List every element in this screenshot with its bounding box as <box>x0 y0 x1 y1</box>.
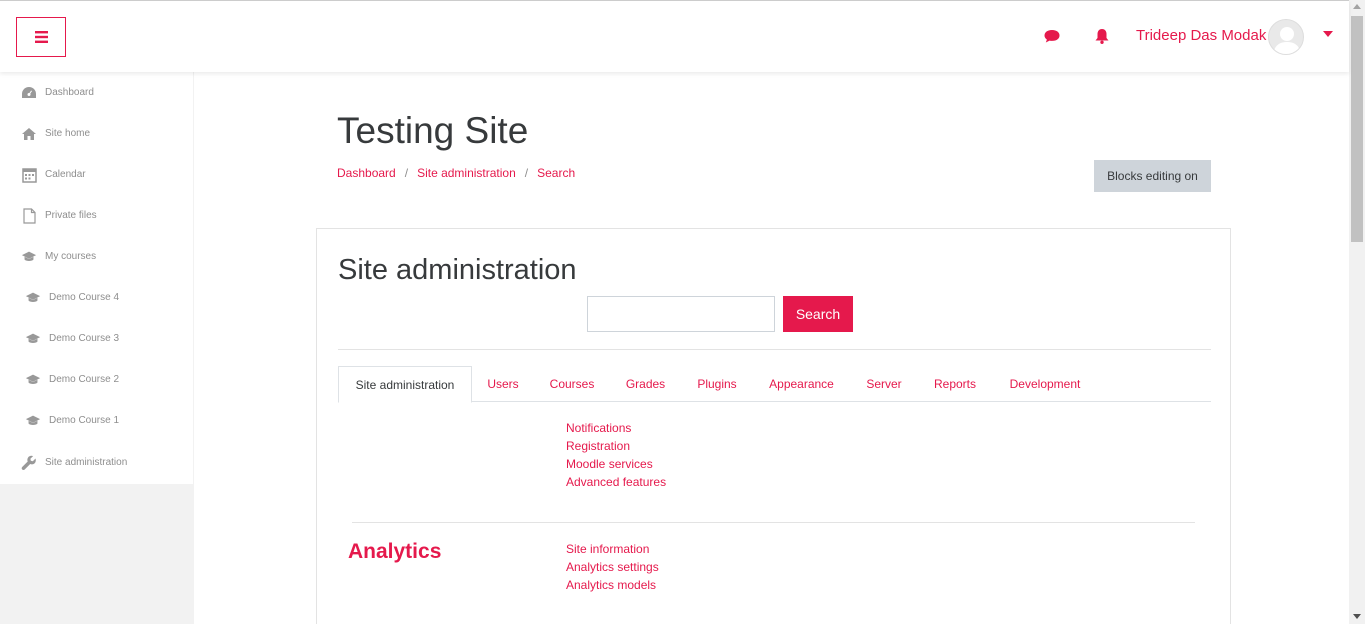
calendar-icon <box>21 167 37 183</box>
menu-toggle-button[interactable] <box>16 17 66 57</box>
bell-icon[interactable] <box>1093 27 1111 45</box>
tab-reports[interactable]: Reports <box>918 366 992 402</box>
tab-plugins[interactable]: Plugins <box>681 366 753 402</box>
sidebar-item-private-files[interactable]: Private files <box>0 195 193 236</box>
admin-search-input[interactable] <box>587 296 775 332</box>
sidebar-item-dashboard[interactable]: Dashboard <box>0 72 193 113</box>
avatar[interactable] <box>1268 19 1304 55</box>
sidebar-item-label: Site administration <box>45 457 128 468</box>
tab-site-administration[interactable]: Site administration <box>338 366 472 403</box>
analytics-links-list: Site information Analytics settings Anal… <box>566 540 659 594</box>
section-divider <box>352 522 1195 523</box>
sidebar-item-calendar[interactable]: Calendar <box>0 154 193 195</box>
breadcrumb-item-site-administration[interactable]: Site administration <box>417 166 516 180</box>
graduation-cap-icon <box>25 413 41 429</box>
tab-server[interactable]: Server <box>850 366 918 402</box>
file-icon <box>21 207 37 224</box>
link-notifications[interactable]: Notifications <box>566 419 666 437</box>
link-moodle-services[interactable]: Moodle services <box>566 455 666 473</box>
sidebar-item-label: Dashboard <box>45 87 94 98</box>
dashboard-icon <box>21 85 37 101</box>
chat-bubble-icon[interactable] <box>1043 27 1061 45</box>
sidebar-item-site-administration[interactable]: Site administration <box>0 441 193 484</box>
analytics-heading[interactable]: Analytics <box>348 540 441 564</box>
sidebar-item-demo-course-4[interactable]: Demo Course 4 <box>0 277 193 318</box>
page-title: Testing Site <box>337 110 529 151</box>
link-analytics-settings[interactable]: Analytics settings <box>566 558 659 576</box>
hamburger-icon <box>34 31 48 43</box>
scroll-up-arrow-icon[interactable] <box>1353 4 1361 9</box>
graduation-cap-icon <box>21 249 37 265</box>
breadcrumb-separator: / <box>404 166 409 180</box>
sidebar-item-my-courses[interactable]: My courses <box>0 236 193 277</box>
tab-users[interactable]: Users <box>472 366 534 402</box>
tab-courses[interactable]: Courses <box>534 366 610 402</box>
link-analytics-models[interactable]: Analytics models <box>566 576 659 594</box>
tab-grades[interactable]: Grades <box>610 366 681 402</box>
wrench-icon <box>21 455 37 471</box>
sidebar-item-label: Demo Course 2 <box>49 374 120 385</box>
admin-card-title: Site administration <box>338 254 577 286</box>
sidebar-item-demo-course-1[interactable]: Demo Course 1 <box>0 400 193 441</box>
breadcrumb-item-search[interactable]: Search <box>537 166 575 180</box>
sidebar-item-demo-course-2[interactable]: Demo Course 2 <box>0 359 193 400</box>
link-registration[interactable]: Registration <box>566 437 666 455</box>
blocks-editing-button[interactable]: Blocks editing on <box>1094 160 1211 192</box>
sidebar-item-label: Demo Course 3 <box>49 333 120 344</box>
tab-development[interactable]: Development <box>992 366 1098 402</box>
top-navbar: Trideep Das Modak <box>0 0 1349 72</box>
user-name[interactable]: Trideep Das Modak <box>1136 27 1266 44</box>
general-links-list: Notifications Registration Moodle servic… <box>566 419 666 491</box>
user-menu-caret-icon[interactable] <box>1323 31 1333 37</box>
user-avatar-icon <box>1273 27 1301 54</box>
breadcrumb: Dashboard / Site administration / Search <box>337 166 575 180</box>
graduation-cap-icon <box>25 290 41 306</box>
sidebar-item-label: Demo Course 1 <box>49 415 120 426</box>
sidebar-item-label: Site home <box>45 128 91 139</box>
sidebar-item-label: My courses <box>45 251 97 262</box>
tab-appearance[interactable]: Appearance <box>753 366 850 402</box>
admin-card: Site administration Search Site administ… <box>316 228 1231 624</box>
link-advanced-features[interactable]: Advanced features <box>566 473 666 491</box>
breadcrumb-item-dashboard[interactable]: Dashboard <box>337 166 396 180</box>
sidebar-item-label: Calendar <box>45 169 86 180</box>
divider <box>338 349 1211 350</box>
home-icon <box>21 126 37 142</box>
sidebar-nav-list: Dashboard Site home Calendar Private fil… <box>0 72 194 484</box>
sidebar-item-demo-course-3[interactable]: Demo Course 3 <box>0 318 193 359</box>
graduation-cap-icon <box>25 372 41 388</box>
sidebar-item-site-home[interactable]: Site home <box>0 113 193 154</box>
admin-tabs: Site administration Users Courses Grades… <box>338 366 1211 403</box>
scrollbar-thumb[interactable] <box>1351 16 1363 242</box>
scroll-down-arrow-icon[interactable] <box>1353 614 1361 619</box>
graduation-cap-icon <box>25 331 41 347</box>
link-site-information[interactable]: Site information <box>566 540 659 558</box>
breadcrumb-separator: / <box>524 166 529 180</box>
sidebar: Dashboard Site home Calendar Private fil… <box>0 72 194 624</box>
admin-search-button[interactable]: Search <box>783 296 853 332</box>
sidebar-item-label: Private files <box>45 210 97 221</box>
sidebar-item-label: Demo Course 4 <box>49 292 120 303</box>
